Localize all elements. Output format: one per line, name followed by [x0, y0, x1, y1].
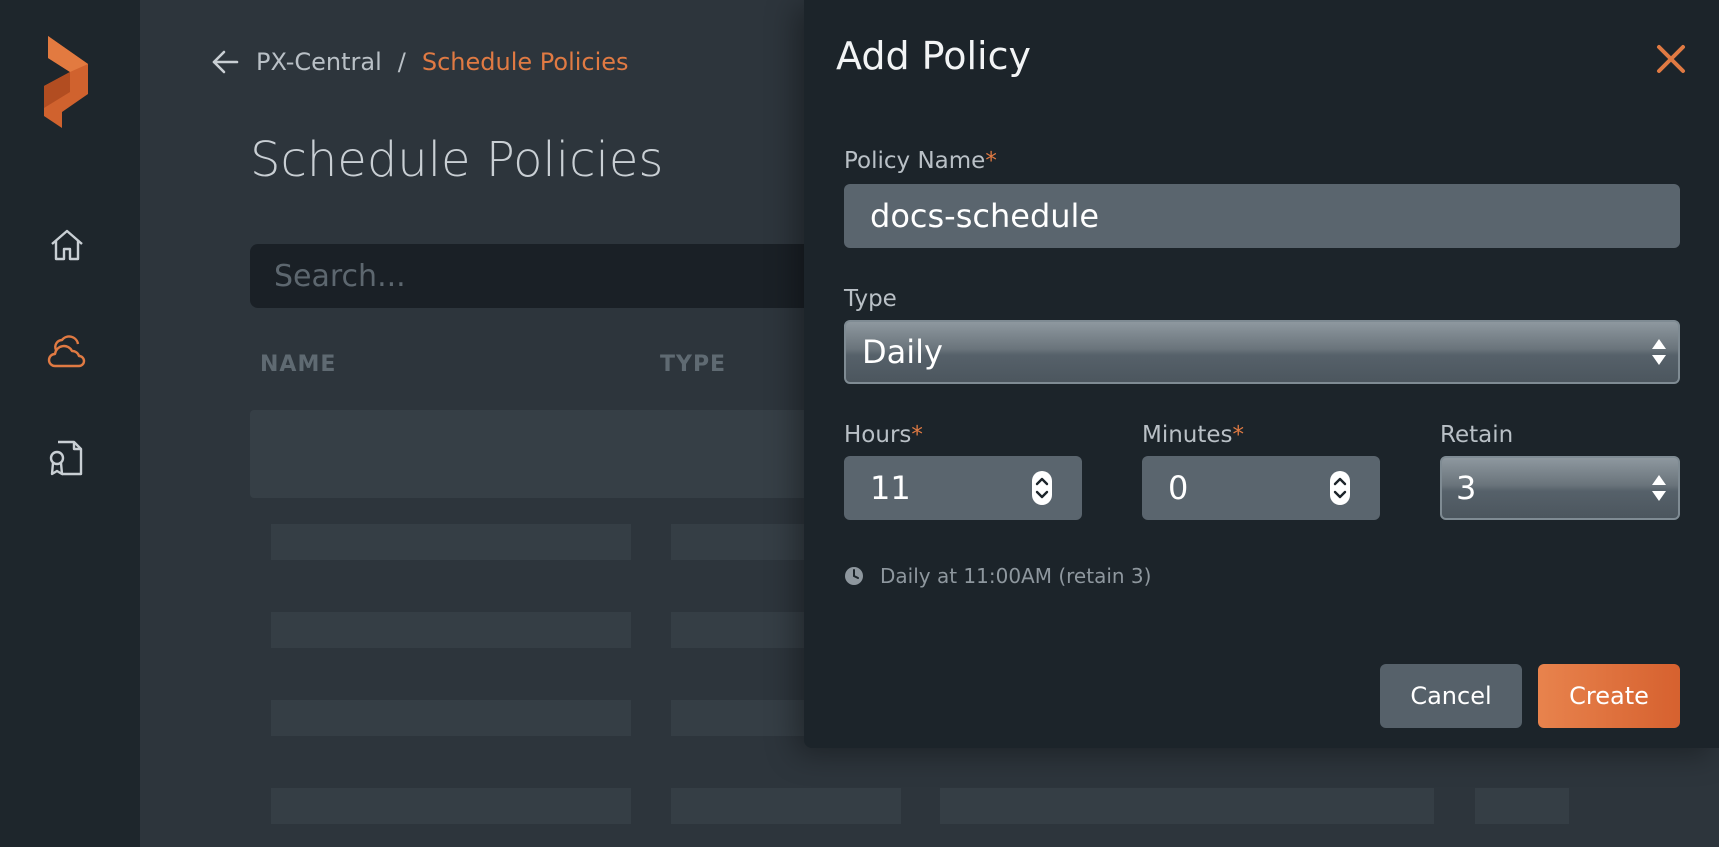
retain-selected-value: 3 [1456, 469, 1477, 507]
retain-select[interactable]: 3 [1440, 456, 1680, 520]
skeleton-row [271, 788, 631, 824]
skeleton-row [1475, 788, 1569, 824]
spinner-arrows-icon [1333, 477, 1347, 499]
policy-name-label: Policy Name* [844, 148, 997, 174]
hours-label: Hours* [844, 422, 923, 448]
updown-arrows-icon [1652, 475, 1666, 501]
create-button[interactable]: Create [1538, 664, 1680, 728]
skeleton-row [271, 612, 631, 648]
hours-value: 11 [870, 469, 911, 507]
type-label: Type [844, 286, 897, 312]
schedule-summary-text: Daily at 11:00AM (retain 3) [880, 564, 1152, 588]
cloud-icon[interactable] [44, 328, 90, 374]
close-icon[interactable] [1654, 42, 1688, 76]
sidebar [0, 0, 140, 847]
cancel-button[interactable]: Cancel [1380, 664, 1522, 728]
skeleton-row [940, 788, 1434, 824]
portworx-logo[interactable] [40, 36, 92, 128]
back-arrow-icon[interactable] [210, 47, 240, 77]
home-icon[interactable] [44, 222, 90, 268]
type-selected-value: Daily [862, 333, 943, 371]
dialog-title: Add Policy [836, 34, 1031, 78]
skeleton-row [671, 788, 901, 824]
schedule-summary: Daily at 11:00AM (retain 3) [844, 564, 1151, 588]
column-header-name[interactable]: NAME [260, 352, 336, 377]
minutes-spinner[interactable] [1330, 471, 1350, 505]
column-header-type[interactable]: TYPE [660, 352, 726, 377]
skeleton-row [271, 700, 631, 736]
skeleton-row [271, 524, 631, 560]
minutes-field[interactable]: 0 [1142, 456, 1380, 520]
policy-name-value: docs-schedule [870, 197, 1100, 235]
spinner-arrows-icon [1035, 477, 1049, 499]
minutes-label: Minutes* [1142, 422, 1245, 448]
breadcrumb-separator: / [397, 48, 406, 76]
minutes-value: 0 [1168, 469, 1189, 507]
policy-name-field[interactable]: docs-schedule [844, 184, 1680, 248]
breadcrumb-parent[interactable]: PX-Central [256, 48, 382, 76]
page-title: Schedule Policies [250, 132, 664, 188]
type-select[interactable]: Daily [844, 320, 1680, 384]
add-policy-dialog: Add Policy Policy Name* docs-schedule Ty… [804, 0, 1719, 748]
hours-spinner[interactable] [1032, 471, 1052, 505]
breadcrumb: PX-Central / Schedule Policies [210, 44, 629, 80]
updown-arrows-icon [1652, 339, 1666, 365]
breadcrumb-current[interactable]: Schedule Policies [422, 48, 629, 76]
certificate-document-icon[interactable] [44, 434, 90, 480]
clock-icon [845, 567, 863, 585]
retain-label: Retain [1440, 422, 1514, 448]
hours-field[interactable]: 11 [844, 456, 1082, 520]
